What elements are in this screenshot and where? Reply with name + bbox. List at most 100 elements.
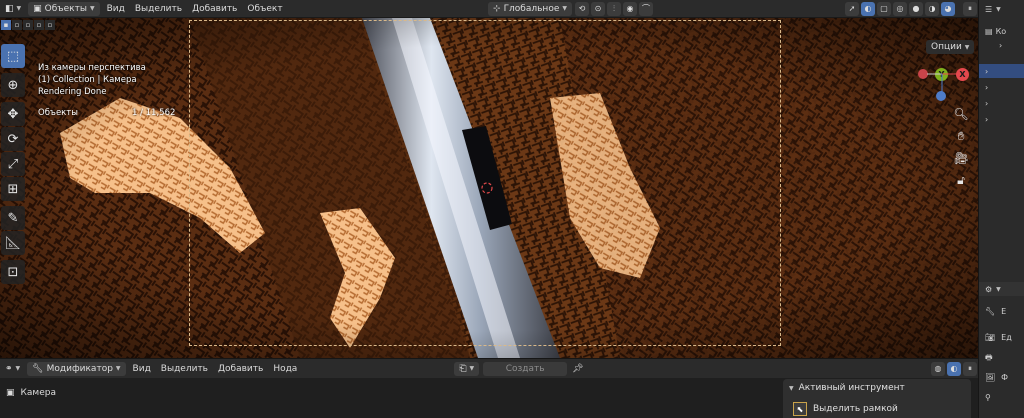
snap-increment-icon[interactable]: ⫶ [607, 1, 621, 16]
gizmo-lines [927, 73, 960, 96]
rotate-icon[interactable]: ⟳ [1, 127, 25, 151]
select-extend-icon[interactable]: ▫ [12, 20, 22, 30]
selection-modes: ▪ ▫ ▫ ▫ ▫ [1, 20, 55, 30]
active-tool-panel: ▼ Активный инструмент ⬉ Выделить рамкой [783, 379, 971, 418]
node-editor-header: ⚭ ▼ 🔧︎ Модификатор ▼ Вид Выделить Добавит… [0, 358, 978, 378]
shading-material-icon[interactable]: ◑ [925, 1, 939, 16]
falloff-icon[interactable]: ⌒ [639, 1, 653, 16]
active-tool-row[interactable]: ⬉ Выделить рамкой [793, 402, 898, 416]
tool-icon: 🔧︎ [985, 306, 996, 316]
snap-toggle-icon[interactable]: ◐ [947, 361, 961, 376]
orientation-icon: ⊹ [493, 3, 501, 14]
mode-dropdown[interactable]: ▣ Объекты ▼ [28, 1, 100, 16]
outliner-row-selected[interactable]: › [979, 64, 1024, 78]
xray-icon[interactable]: ▢ [877, 1, 891, 16]
properties-editor-icon[interactable]: ⚙ [985, 285, 992, 294]
chevron-down-icon: ▼ [89, 5, 95, 12]
select-subtract-icon[interactable]: ▫ [23, 20, 33, 30]
gizmo-toggle-icon[interactable]: ➚ [845, 1, 859, 16]
sidebar-toggle-icon[interactable]: ⏸ [963, 361, 977, 376]
camera-view-icon[interactable]: 🎥︎ [951, 148, 971, 168]
pan-hand-icon[interactable]: ✋︎ [951, 126, 971, 146]
viewport-header: ◧ ▼ ▣ Объекты ▼ Вид Выделить Добавить Объ… [0, 0, 978, 18]
active-tool-title: Активный инструмент [798, 383, 905, 393]
shading-solid-icon[interactable]: ● [909, 1, 923, 16]
menu-object[interactable]: Объект [242, 2, 287, 16]
cursor-icon[interactable]: ⊕ [1, 73, 25, 97]
editor-type-button[interactable]: ⚭ ▼ [0, 362, 25, 376]
menu-view[interactable]: Вид [128, 362, 156, 376]
pin-icon[interactable]: 📌︎ [567, 362, 588, 376]
properties-tab-scene[interactable]: ⚲ [979, 390, 1024, 404]
menu-select[interactable]: Выделить [130, 2, 187, 16]
objects-count: 1 / 11,562 [131, 108, 176, 118]
viewport-info: Из камеры перспектива (1) Collection | К… [38, 62, 146, 98]
outliner-row-collection[interactable]: ▤ Ко [979, 24, 1024, 38]
prop-label-ed: Ед [1001, 332, 1012, 342]
active-tool-name: Выделить рамкой [813, 404, 898, 414]
outliner-editor-icon[interactable]: ☰ [985, 5, 992, 14]
orientation-label: Глобальное [503, 3, 560, 14]
prop-label-f: Ф [1001, 372, 1009, 382]
snap-icon[interactable]: ⊙ [591, 1, 605, 16]
menu-add[interactable]: Добавить [213, 362, 268, 376]
properties-tab-tool[interactable]: 🔧︎ Е [979, 304, 1024, 318]
options-label: Опции [931, 42, 962, 52]
properties-tab-render[interactable]: 📷︎ Ед [979, 330, 1024, 344]
shading-wireframe-icon[interactable]: ◎ [893, 1, 907, 16]
menu-node[interactable]: Нода [268, 362, 302, 376]
chevron-down-icon: ▼ [562, 5, 567, 12]
node-group-browse[interactable]: ⎗ ▼ [454, 361, 480, 376]
chevron-down-icon: ▼ [469, 365, 475, 372]
add-cube-icon[interactable]: ⊡ [1, 260, 25, 284]
menu-add[interactable]: Добавить [187, 2, 242, 16]
select-new-icon[interactable]: ▪ [1, 20, 11, 30]
select-box-icon: ⬉ [793, 402, 807, 416]
outliner-header: ☰ ▼ [979, 2, 1024, 16]
node-tree-type-dropdown[interactable]: 🔧︎ Модификатор ▼ [27, 361, 126, 376]
sidebar-toggle-icon[interactable]: ⏸ [963, 1, 977, 16]
scale-icon[interactable]: ⤢ [1, 152, 25, 176]
overlay-icon[interactable]: ◍ [931, 361, 945, 376]
outliner-row[interactable]: › [979, 38, 1024, 52]
overlays-icon[interactable]: ◐ [861, 1, 875, 16]
annotate-icon[interactable]: ✎ [1, 206, 25, 230]
scene-icon: ⚲ [985, 392, 991, 402]
select-box-icon[interactable]: ⬚ [1, 44, 25, 68]
create-button[interactable]: Создать [483, 361, 568, 376]
lock-icon[interactable]: 🔓︎ [951, 170, 971, 190]
outliner-row[interactable]: › [979, 96, 1024, 110]
select-intersect-icon[interactable]: ▫ [45, 20, 55, 30]
active-tool-header[interactable]: ▼ Активный инструмент [789, 383, 905, 393]
view-layer-icon: 🖼︎ [985, 372, 996, 382]
zoom-icon[interactable]: 🔍︎ [951, 104, 971, 124]
select-invert-icon[interactable]: ▫ [34, 20, 44, 30]
menu-select[interactable]: Выделить [156, 362, 213, 376]
pivot-icon[interactable]: ⟲ [575, 1, 589, 16]
breadcrumb: ▣ Камера [6, 388, 56, 398]
properties-tab-output[interactable]: 🖶︎ [979, 352, 1024, 366]
render-status: Rendering Done [38, 87, 107, 97]
expand-arrow-icon: › [985, 98, 989, 108]
options-dropdown[interactable]: Опции ▼ [926, 40, 975, 54]
chevron-down-icon: ▼ [996, 5, 1001, 13]
measure-icon[interactable]: 📐︎ [1, 231, 25, 255]
properties-tab-view-layer[interactable]: 🖼︎ Ф [979, 370, 1024, 384]
chevron-down-icon: ▼ [115, 365, 121, 372]
chevron-down-icon: ▼ [996, 285, 1001, 293]
node-tree-type-label: Модификатор [46, 363, 113, 374]
move-icon[interactable]: ✥ [1, 102, 25, 126]
proportional-edit-icon[interactable]: ◉ [623, 1, 637, 16]
menu-view[interactable]: Вид [102, 2, 130, 16]
editor-type-button[interactable]: ◧ ▼ [0, 2, 26, 16]
3d-viewport[interactable]: Из камеры перспектива (1) Collection | К… [0, 18, 978, 358]
expand-arrow-icon: › [999, 40, 1003, 50]
outliner-row[interactable]: › [979, 80, 1024, 94]
camera-object-icon: ▣ [6, 388, 15, 398]
outliner-row[interactable]: › [979, 112, 1024, 126]
render-scene [0, 18, 978, 358]
properties-header: ⚙ ▼ [979, 282, 1024, 296]
transform-orientation-dropdown[interactable]: ⊹ Глобальное ▼ [488, 1, 572, 16]
transform-icon[interactable]: ⊞ [1, 177, 25, 201]
shading-rendered-icon[interactable]: ◕ [941, 1, 955, 16]
